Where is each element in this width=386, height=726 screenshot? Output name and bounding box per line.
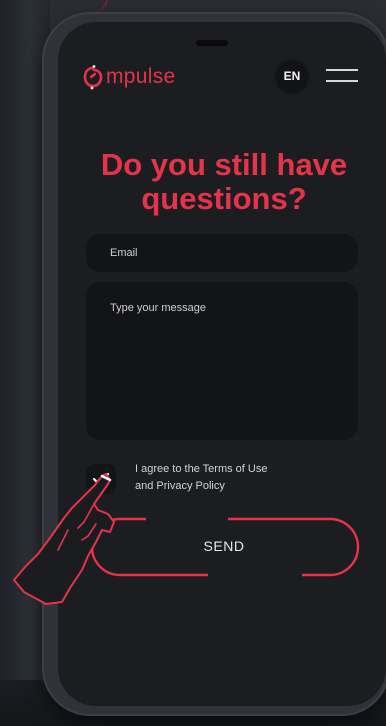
title-line-1: Do you still have [100, 147, 348, 182]
language-button[interactable]: EN [276, 60, 308, 92]
impulse-logo-icon [83, 65, 103, 90]
pointing-hand-icon [13, 473, 115, 605]
backdrop-arc [92, 0, 108, 12]
hamburger-icon[interactable] [326, 66, 358, 86]
backdrop-panel [0, 0, 50, 726]
brand-logo[interactable]: mpulse [82, 62, 176, 92]
send-button[interactable]: SEND [80, 516, 368, 578]
email-field[interactable] [86, 234, 358, 272]
page-title: Do you still have questions? [64, 148, 384, 216]
agree-line-1: I agree to the Terms of Use [135, 463, 268, 475]
phone-notch [196, 40, 228, 46]
message-field[interactable] [86, 282, 358, 440]
title-line-2: questions? [141, 181, 307, 216]
brand-name: mpulse [106, 65, 176, 88]
agree-line-2: and Privacy Policy [135, 480, 225, 492]
agree-label[interactable]: I agree to the Terms of Use and Privacy … [135, 461, 335, 495]
send-label: SEND [203, 538, 245, 554]
